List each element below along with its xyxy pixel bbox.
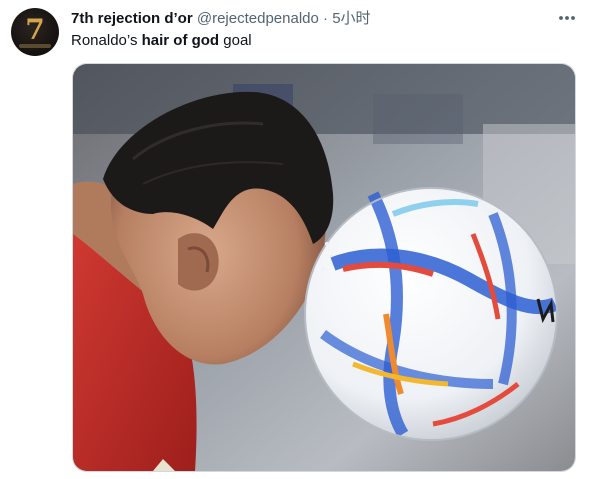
tweet[interactable]: 7 7th rejection d’or @rejectedpenaldo · … (0, 0, 592, 479)
meta-separator: · (323, 10, 329, 27)
tweet-text-part: Ronaldo’s (71, 32, 142, 49)
tweet-text-part: goal (219, 32, 252, 49)
photo-illustration (73, 64, 575, 471)
avatar[interactable]: 7 (11, 8, 59, 56)
timestamp[interactable]: 5小时 (332, 10, 370, 27)
user-handle[interactable]: @rejectedpenaldo (197, 10, 319, 27)
more-horizontal-icon (559, 16, 575, 20)
tweet-header: 7th rejection d’or @rejectedpenaldo · 5小… (71, 9, 371, 28)
avatar-numeral: 7 (25, 13, 45, 46)
more-options-button[interactable] (552, 7, 582, 29)
tweet-photo[interactable] (72, 63, 576, 472)
tweet-text: Ronaldo’s hair of god goal (71, 31, 252, 51)
tweet-text-bold: hair of god (141, 32, 220, 49)
avatar-decoration (19, 44, 51, 48)
display-name[interactable]: 7th rejection d’or (71, 10, 193, 27)
